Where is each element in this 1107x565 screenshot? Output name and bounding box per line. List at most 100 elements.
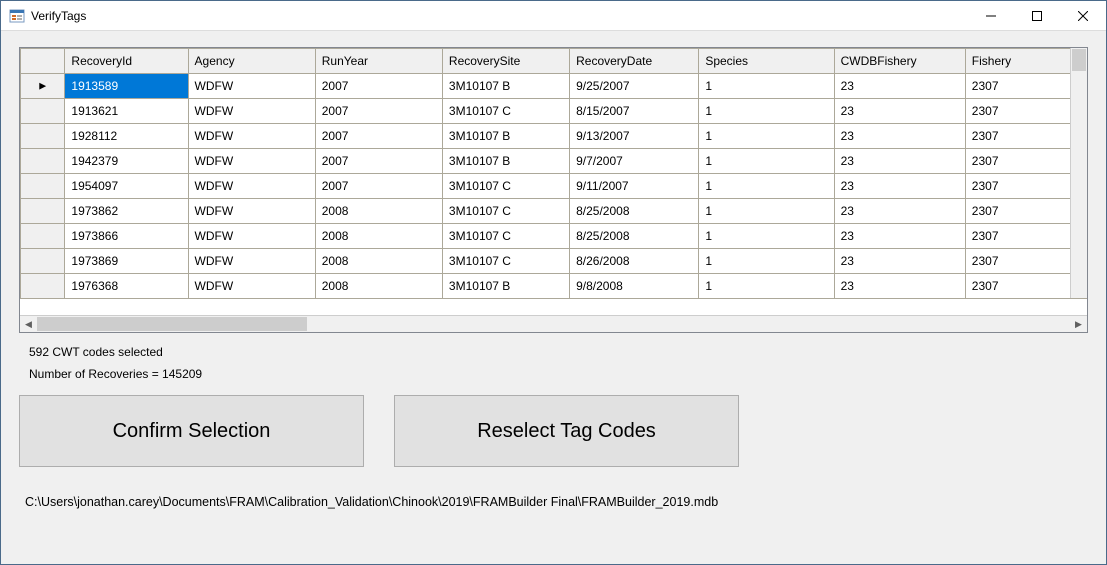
cell[interactable]: 23 bbox=[834, 74, 965, 99]
cell[interactable]: 2307 bbox=[965, 74, 1086, 99]
cell[interactable]: 2307 bbox=[965, 174, 1086, 199]
cell[interactable]: 2307 bbox=[965, 199, 1086, 224]
cell[interactable]: 23 bbox=[834, 99, 965, 124]
cell[interactable]: 8/25/2008 bbox=[570, 224, 699, 249]
cell[interactable]: 8/26/2008 bbox=[570, 249, 699, 274]
cell[interactable]: 1 bbox=[699, 274, 834, 299]
column-header[interactable]: RecoverySite bbox=[442, 49, 569, 74]
cell[interactable]: 1954097 bbox=[65, 174, 188, 199]
table-row[interactable]: 1913589WDFW20073M10107 B9/25/20071232307 bbox=[21, 74, 1087, 99]
cell[interactable]: WDFW bbox=[188, 199, 315, 224]
cell[interactable]: 1 bbox=[699, 124, 834, 149]
cell[interactable]: 1 bbox=[699, 249, 834, 274]
close-button[interactable] bbox=[1060, 1, 1106, 31]
cell[interactable]: 1976368 bbox=[65, 274, 188, 299]
cell[interactable]: 1913589 bbox=[65, 74, 188, 99]
row-header[interactable] bbox=[21, 249, 65, 274]
cell[interactable]: 9/7/2007 bbox=[570, 149, 699, 174]
cell[interactable]: 2307 bbox=[965, 224, 1086, 249]
cell[interactable]: 2007 bbox=[315, 99, 442, 124]
cell[interactable]: 1973866 bbox=[65, 224, 188, 249]
cell[interactable]: 2007 bbox=[315, 74, 442, 99]
data-grid[interactable]: RecoveryId Agency RunYear RecoverySite R… bbox=[19, 47, 1088, 333]
cell[interactable]: 9/25/2007 bbox=[570, 74, 699, 99]
cell[interactable]: 3M10107 C bbox=[442, 224, 569, 249]
cell[interactable]: 1 bbox=[699, 99, 834, 124]
cell[interactable]: WDFW bbox=[188, 124, 315, 149]
cell[interactable]: 3M10107 C bbox=[442, 199, 569, 224]
cell[interactable]: 3M10107 B bbox=[442, 149, 569, 174]
column-header[interactable]: Fishery bbox=[965, 49, 1086, 74]
cell[interactable]: 3M10107 B bbox=[442, 124, 569, 149]
cell[interactable]: 9/13/2007 bbox=[570, 124, 699, 149]
cell[interactable]: 3M10107 C bbox=[442, 249, 569, 274]
table-row[interactable]: 1973869WDFW20083M10107 C8/26/20081232307 bbox=[21, 249, 1087, 274]
cell[interactable]: WDFW bbox=[188, 174, 315, 199]
data-table[interactable]: RecoveryId Agency RunYear RecoverySite R… bbox=[20, 48, 1087, 299]
cell[interactable]: 1973862 bbox=[65, 199, 188, 224]
cell[interactable]: 2307 bbox=[965, 249, 1086, 274]
column-header[interactable]: RecoveryDate bbox=[570, 49, 699, 74]
table-row[interactable]: 1928112WDFW20073M10107 B9/13/20071232307 bbox=[21, 124, 1087, 149]
cell[interactable]: 2007 bbox=[315, 124, 442, 149]
horizontal-scrollbar-track[interactable] bbox=[37, 316, 1070, 332]
table-row[interactable]: 1954097WDFW20073M10107 C9/11/20071232307 bbox=[21, 174, 1087, 199]
table-row[interactable]: 1976368WDFW20083M10107 B9/8/20081232307 bbox=[21, 274, 1087, 299]
row-header[interactable] bbox=[21, 274, 65, 299]
horizontal-scrollbar-thumb[interactable] bbox=[37, 317, 307, 331]
table-row[interactable]: 1942379WDFW20073M10107 B9/7/20071232307 bbox=[21, 149, 1087, 174]
column-header[interactable]: RunYear bbox=[315, 49, 442, 74]
cell[interactable]: 1913621 bbox=[65, 99, 188, 124]
cell[interactable]: 1 bbox=[699, 199, 834, 224]
column-header[interactable]: Species bbox=[699, 49, 834, 74]
cell[interactable]: 2008 bbox=[315, 274, 442, 299]
cell[interactable]: 23 bbox=[834, 149, 965, 174]
scroll-right-arrow-icon[interactable]: ▶ bbox=[1070, 316, 1087, 333]
scroll-left-arrow-icon[interactable]: ◀ bbox=[20, 316, 37, 333]
horizontal-scrollbar[interactable]: ◀ ▶ bbox=[20, 315, 1087, 332]
cell[interactable]: 2008 bbox=[315, 199, 442, 224]
row-header[interactable] bbox=[21, 74, 65, 99]
cell[interactable]: 1 bbox=[699, 149, 834, 174]
cell[interactable]: 23 bbox=[834, 274, 965, 299]
cell[interactable]: 23 bbox=[834, 199, 965, 224]
row-header[interactable] bbox=[21, 124, 65, 149]
cell[interactable]: 2007 bbox=[315, 149, 442, 174]
column-header[interactable]: Agency bbox=[188, 49, 315, 74]
cell[interactable]: 23 bbox=[834, 249, 965, 274]
cell[interactable]: 1973869 bbox=[65, 249, 188, 274]
row-header[interactable] bbox=[21, 99, 65, 124]
cell[interactable]: 23 bbox=[834, 174, 965, 199]
cell[interactable]: 1 bbox=[699, 174, 834, 199]
cell[interactable]: WDFW bbox=[188, 274, 315, 299]
vertical-scrollbar[interactable] bbox=[1070, 48, 1087, 298]
row-header[interactable] bbox=[21, 149, 65, 174]
vertical-scrollbar-thumb[interactable] bbox=[1072, 49, 1086, 71]
cell[interactable]: 1 bbox=[699, 224, 834, 249]
cell[interactable]: WDFW bbox=[188, 224, 315, 249]
cell[interactable]: 1928112 bbox=[65, 124, 188, 149]
cell[interactable]: 2008 bbox=[315, 249, 442, 274]
row-header[interactable] bbox=[21, 199, 65, 224]
cell[interactable]: 2007 bbox=[315, 174, 442, 199]
table-row[interactable]: 1973862WDFW20083M10107 C8/25/20081232307 bbox=[21, 199, 1087, 224]
cell[interactable]: 3M10107 C bbox=[442, 99, 569, 124]
cell[interactable]: 9/11/2007 bbox=[570, 174, 699, 199]
cell[interactable]: WDFW bbox=[188, 74, 315, 99]
cell[interactable]: 3M10107 C bbox=[442, 174, 569, 199]
cell[interactable]: 3M10107 B bbox=[442, 74, 569, 99]
cell[interactable]: WDFW bbox=[188, 149, 315, 174]
cell[interactable]: 23 bbox=[834, 124, 965, 149]
minimize-button[interactable] bbox=[968, 1, 1014, 31]
column-header[interactable]: RecoveryId bbox=[65, 49, 188, 74]
cell[interactable]: 8/25/2008 bbox=[570, 199, 699, 224]
cell[interactable]: 3M10107 B bbox=[442, 274, 569, 299]
cell[interactable]: 9/8/2008 bbox=[570, 274, 699, 299]
confirm-selection-button[interactable]: Confirm Selection bbox=[19, 395, 364, 467]
cell[interactable]: 2307 bbox=[965, 124, 1086, 149]
row-header[interactable] bbox=[21, 174, 65, 199]
column-header-rowselector[interactable] bbox=[21, 49, 65, 74]
maximize-button[interactable] bbox=[1014, 1, 1060, 31]
cell[interactable]: 1 bbox=[699, 74, 834, 99]
cell[interactable]: 23 bbox=[834, 224, 965, 249]
